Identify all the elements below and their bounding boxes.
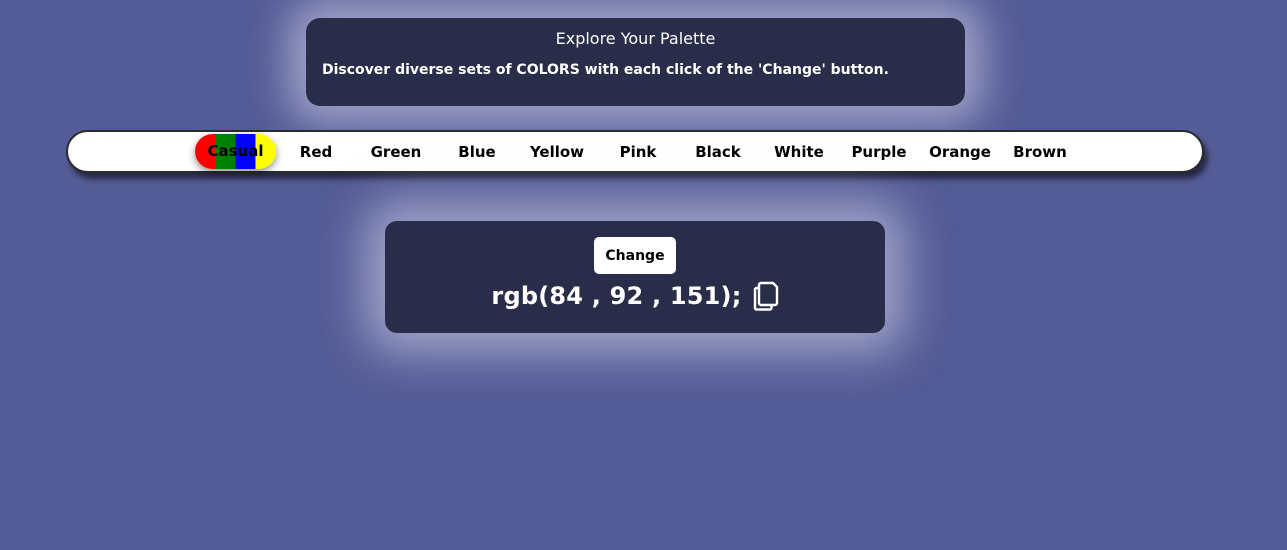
- color-value-row: rgb(84 , 92 , 151);: [385, 281, 885, 311]
- nav-item-pink[interactable]: Pink: [598, 143, 678, 161]
- page-title: Explore Your Palette: [555, 29, 716, 48]
- page-subtitle: Discover diverse sets of COLORS with eac…: [322, 62, 889, 78]
- nav-item-yellow[interactable]: Yellow: [517, 143, 597, 161]
- nav-item-purple[interactable]: Purple: [839, 143, 919, 161]
- change-button[interactable]: Change: [594, 237, 676, 274]
- nav-item-orange[interactable]: Orange: [920, 143, 1000, 161]
- color-category-navbar: Casual Red Green Blue Yellow Pink Black …: [66, 130, 1204, 173]
- header-card: Explore Your Palette Discover diverse se…: [306, 18, 965, 106]
- nav-item-casual-label: Casual: [207, 142, 264, 160]
- nav-item-blue[interactable]: Blue: [437, 143, 517, 161]
- nav-item-white[interactable]: White: [759, 143, 839, 161]
- color-panel: Change rgb(84 , 92 , 151);: [385, 221, 885, 333]
- nav-item-casual[interactable]: Casual: [195, 134, 276, 169]
- nav-item-black[interactable]: Black: [678, 143, 758, 161]
- copy-icon[interactable]: [753, 281, 779, 311]
- nav-item-green[interactable]: Green: [356, 143, 436, 161]
- nav-item-red[interactable]: Red: [276, 143, 356, 161]
- nav-item-brown[interactable]: Brown: [1000, 143, 1080, 161]
- rgb-value: rgb(84 , 92 , 151);: [491, 282, 742, 310]
